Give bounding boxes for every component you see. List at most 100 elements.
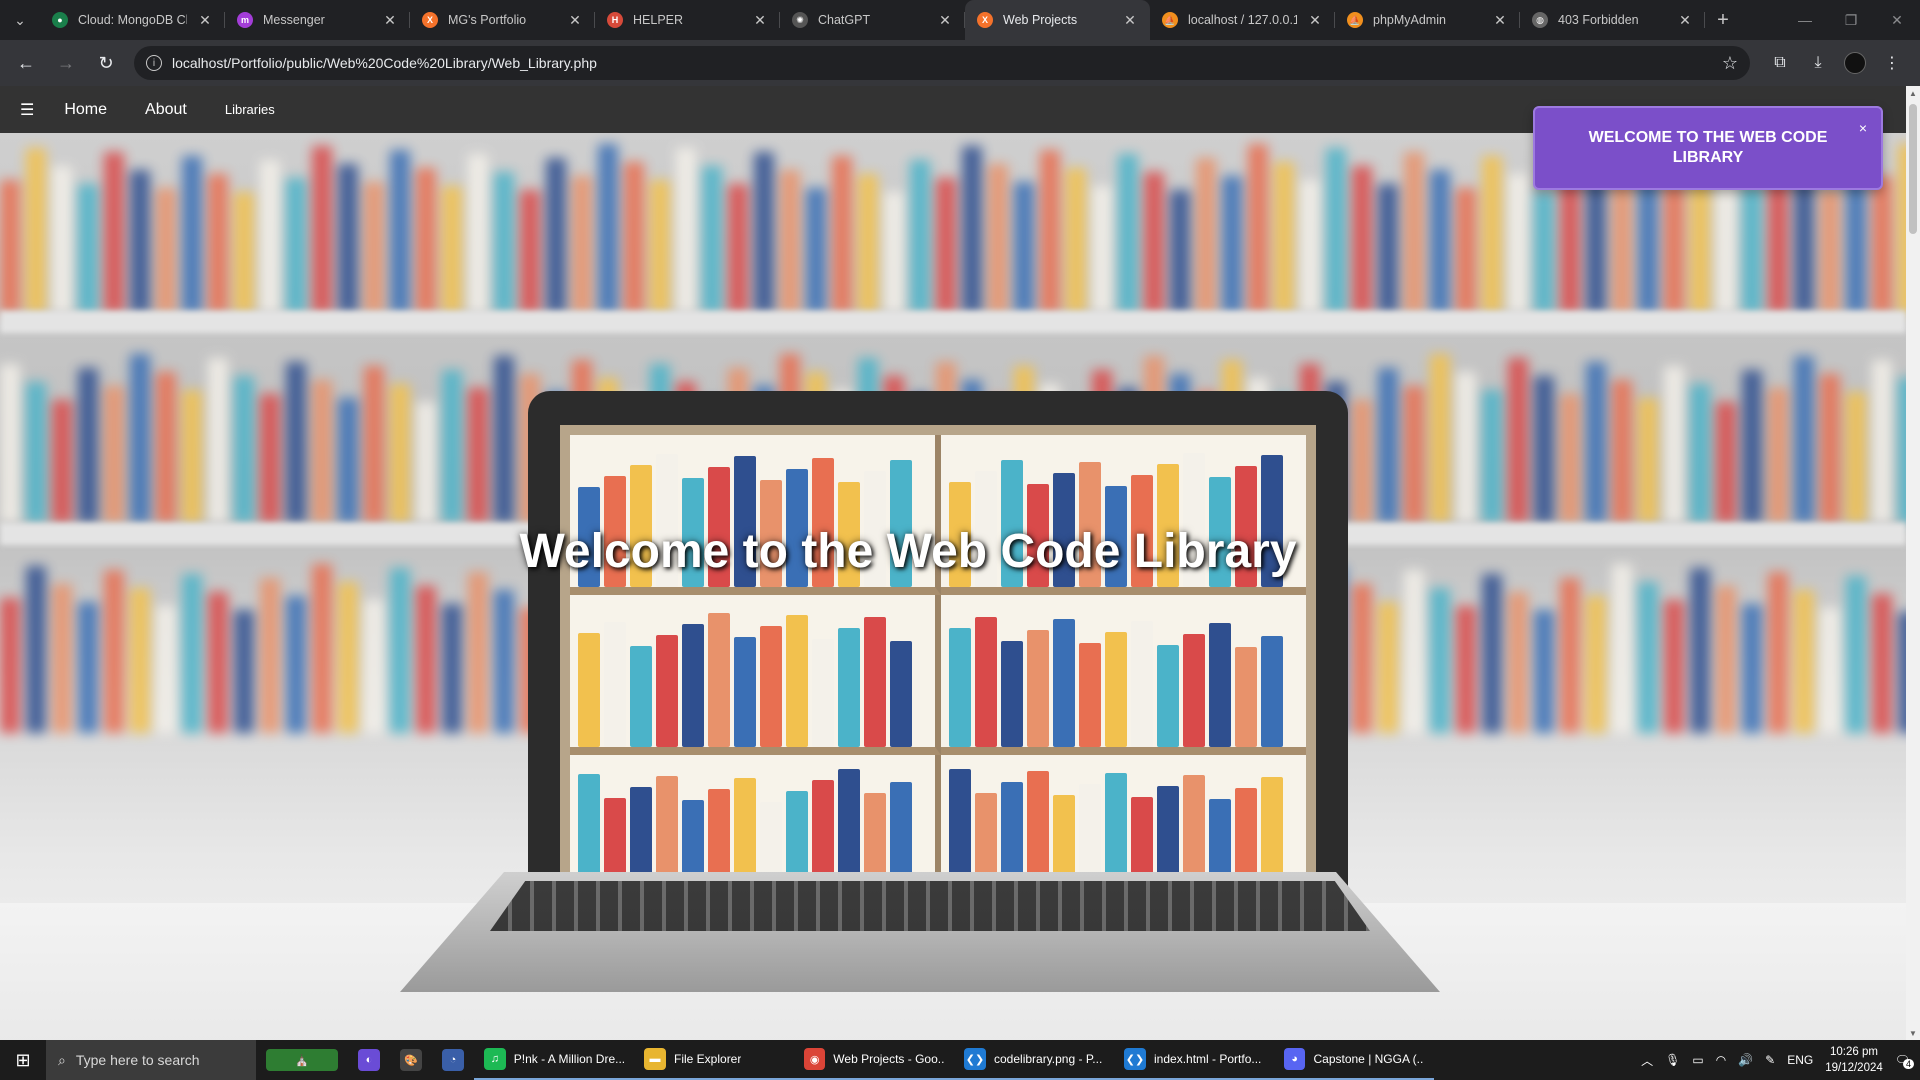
background-book — [1534, 376, 1554, 523]
nav-link-home[interactable]: Home — [64, 101, 107, 119]
background-book — [208, 174, 228, 313]
extensions-puzzle-icon[interactable]: ⧉ — [1768, 54, 1792, 72]
taskbar-app-label: index.html - Portfo... — [1154, 1052, 1262, 1066]
taskbar-app-button[interactable]: ◕ Capstone | NGGA (... — [1274, 1040, 1434, 1080]
scrollbar-thumb[interactable] — [1909, 104, 1917, 234]
minimize-icon[interactable]: — — [1782, 0, 1828, 40]
battery-icon[interactable]: ▭ — [1692, 1053, 1703, 1067]
close-tab-icon[interactable]: ✕ — [1122, 12, 1138, 29]
close-tab-icon[interactable]: ✕ — [567, 12, 583, 29]
bookmark-star-icon[interactable]: ☆ — [1722, 53, 1738, 74]
wifi-icon[interactable]: ◠ — [1716, 1053, 1726, 1067]
microphone-icon[interactable]: 🎙 — [1665, 1053, 1680, 1067]
windows-start-icon[interactable]: ⊞ — [0, 1040, 46, 1080]
background-book — [962, 146, 982, 313]
close-window-icon[interactable]: ✕ — [1874, 0, 1920, 40]
more-menu-icon[interactable]: ⋮ — [1880, 53, 1904, 73]
browser-tab[interactable]: H HELPER ✕ — [595, 0, 780, 40]
taskbar-copilot-icon[interactable]: ◐ — [348, 1040, 390, 1080]
pen-icon[interactable]: ✎ — [1765, 1053, 1775, 1067]
taskbar-search-box[interactable]: ⌕ Type here to search — [46, 1040, 256, 1080]
browser-tab[interactable]: X MG's Portfolio ✕ — [410, 0, 595, 40]
reload-icon[interactable]: ↻ — [88, 45, 124, 81]
taskbar-paint-icon[interactable]: 🎨 — [390, 1040, 432, 1080]
browser-tab[interactable]: ⛵ localhost / 127.0.0.1 / ✕ — [1150, 0, 1335, 40]
background-book — [260, 160, 280, 313]
background-book — [1430, 588, 1450, 733]
book-spine — [890, 641, 912, 747]
browser-tab[interactable]: ⛵ phpMyAdmin ✕ — [1335, 0, 1520, 40]
close-tab-icon[interactable]: ✕ — [1492, 12, 1508, 29]
background-book — [416, 586, 436, 733]
vscode-icon: ❮❯ — [964, 1048, 986, 1070]
background-book — [1482, 156, 1502, 313]
taskbar-app-button[interactable]: ▬ File Explorer — [634, 1040, 794, 1080]
browser-tab[interactable]: ● Cloud: MongoDB Clo ✕ — [40, 0, 225, 40]
city-widget-icon: ⛪ — [266, 1049, 338, 1071]
profile-avatar[interactable] — [1844, 52, 1866, 74]
browser-tab[interactable]: m Messenger ✕ — [225, 0, 410, 40]
background-book — [338, 398, 358, 523]
background-book — [520, 190, 540, 313]
background-book — [1716, 586, 1736, 733]
background-book — [988, 164, 1008, 313]
background-book — [624, 162, 644, 313]
background-book — [1352, 584, 1372, 733]
taskbar-app-label: Web Projects - Goo... — [833, 1052, 944, 1066]
background-book — [1898, 378, 1906, 523]
close-tab-icon[interactable]: ✕ — [1307, 12, 1323, 29]
background-book — [780, 170, 800, 313]
book-spine — [1183, 634, 1205, 747]
taskbar-app-button[interactable]: ❮❯ index.html - Portfo... — [1114, 1040, 1274, 1080]
nav-link-about[interactable]: About — [145, 101, 187, 119]
taskbar-news-widget-icon[interactable]: ⛪ — [256, 1040, 348, 1080]
taskbar-app-button[interactable]: ◉ Web Projects - Goo... — [794, 1040, 954, 1080]
clock-date: 19/12/2024 — [1825, 1062, 1883, 1074]
close-tab-icon[interactable]: ✕ — [1677, 12, 1693, 29]
browser-tab[interactable]: ✺ ChatGPT ✕ — [780, 0, 965, 40]
background-book — [1768, 572, 1788, 733]
scroll-up-arrow-icon[interactable]: ▲ — [1906, 86, 1920, 100]
background-book — [130, 588, 150, 733]
browser-tab[interactable]: ◍ 403 Forbidden ✕ — [1520, 0, 1705, 40]
close-tab-icon[interactable]: ✕ — [197, 12, 213, 29]
close-tab-icon[interactable]: ✕ — [937, 12, 953, 29]
url-text[interactable]: localhost/Portfolio/public/Web%20Code%20… — [172, 55, 1712, 71]
background-book — [156, 606, 176, 733]
background-book — [1664, 182, 1684, 313]
show-hidden-icons-chevron-icon[interactable]: ︿ — [1641, 1052, 1653, 1069]
background-book — [1742, 604, 1762, 733]
background-book — [104, 152, 124, 313]
volume-icon[interactable]: 🔊 — [1738, 1053, 1753, 1067]
messenger-icon: m — [237, 12, 253, 28]
scroll-down-arrow-icon[interactable]: ▼ — [1906, 1026, 1920, 1040]
taskbar-clock[interactable]: 10:26 pm 19/12/2024 — [1825, 1044, 1883, 1076]
nav-link-libraries[interactable]: Libraries — [225, 102, 275, 117]
back-arrow-icon[interactable]: ← — [8, 45, 44, 81]
book-spine — [734, 637, 756, 747]
taskbar-app-button[interactable]: ❮❯ codelibrary.png - P... — [954, 1040, 1114, 1080]
background-book — [1196, 158, 1216, 313]
page-scrollbar[interactable]: ▲ ▼ — [1906, 86, 1920, 1040]
browser-tab[interactable]: X Web Projects ✕ — [965, 0, 1150, 40]
site-info-icon[interactable]: i — [146, 55, 162, 71]
close-tab-icon[interactable]: ✕ — [382, 12, 398, 29]
new-tab-button[interactable]: + — [1705, 0, 1741, 40]
book-spine — [1209, 623, 1231, 747]
notification-center-icon[interactable]: 🗨 4 — [1895, 1053, 1914, 1069]
tab-search-chevron-icon[interactable]: ⌄ — [0, 0, 40, 40]
close-tab-icon[interactable]: ✕ — [752, 12, 768, 29]
close-icon[interactable]: × — [1859, 120, 1867, 136]
taskbar-github-desktop-icon[interactable]: ◔ — [432, 1040, 474, 1080]
restore-icon[interactable]: ❐ — [1828, 0, 1874, 40]
download-icon[interactable]: ⤓ — [1806, 54, 1830, 72]
background-book — [26, 382, 46, 523]
forward-arrow-icon[interactable]: → — [48, 45, 84, 81]
book-spine — [630, 646, 652, 747]
phpmyadmin-icon: ⛵ — [1347, 12, 1363, 28]
hamburger-menu-icon[interactable]: ☰ — [20, 100, 34, 120]
language-indicator[interactable]: ENG — [1787, 1053, 1813, 1067]
taskbar-app-button[interactable]: ♫ P!nk - A Million Dre... — [474, 1040, 634, 1080]
tab-title: Web Projects — [1003, 13, 1078, 27]
address-bar[interactable]: i localhost/Portfolio/public/Web%20Code%… — [134, 46, 1750, 80]
